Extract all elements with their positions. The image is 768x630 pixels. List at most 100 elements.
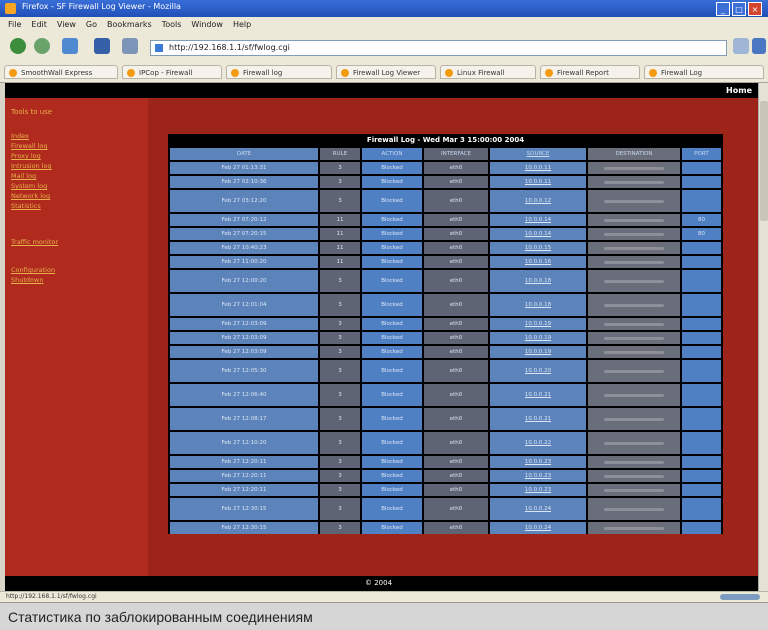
interface-cell: eth0 <box>424 318 488 330</box>
source-link[interactable]: 10.0.0.23 <box>490 470 586 482</box>
scrollbar-thumb[interactable] <box>760 101 768 221</box>
sidebar-link-proxy-log[interactable]: Proxy log <box>11 152 41 160</box>
menu-bookmarks[interactable]: Bookmarks <box>107 17 152 32</box>
menu-window[interactable]: Window <box>191 17 223 32</box>
forward-icon[interactable] <box>34 38 50 54</box>
tab-favicon-icon <box>231 69 239 77</box>
action-cell: Blocked <box>362 294 422 316</box>
vertical-scrollbar[interactable] <box>758 83 768 591</box>
interface-cell: eth0 <box>424 190 488 212</box>
table-row: Feb 27 02:10:36 3 Blocked eth0 10.0.0.11 <box>168 176 723 188</box>
column-header-destination[interactable]: DESTINATION <box>588 148 680 160</box>
tab-3[interactable]: Firewall log <box>226 65 332 79</box>
source-link[interactable]: 10.0.0.19 <box>490 332 586 344</box>
address-url: http://192.168.1.1/sf/fwlog.cgi <box>169 43 290 52</box>
rule-cell: 3 <box>320 162 360 174</box>
tab-7[interactable]: Firewall Log <box>644 65 764 79</box>
rule-cell: 3 <box>320 360 360 382</box>
menu-help[interactable]: Help <box>233 17 251 32</box>
source-link[interactable]: 10.0.0.14 <box>490 228 586 240</box>
action-cell: Blocked <box>362 228 422 240</box>
sidebar-link-firewall-log[interactable]: Firewall log <box>11 142 48 150</box>
tab-6[interactable]: Firewall Report <box>540 65 640 79</box>
sidebar-link-network-log[interactable]: Network log <box>11 192 50 200</box>
sidebar-link-system-log[interactable]: System log <box>11 182 47 190</box>
column-header-interface[interactable]: INTERFACE <box>424 148 488 160</box>
tab-label: SmoothWall Express <box>21 69 93 77</box>
back-icon[interactable] <box>10 38 26 54</box>
source-link[interactable]: 10.0.0.14 <box>490 214 586 226</box>
interface-cell: eth0 <box>424 228 488 240</box>
column-header-rule[interactable]: RULE <box>320 148 360 160</box>
tab-5[interactable]: Linux Firewall <box>440 65 536 79</box>
column-header-source[interactable]: SOURCE <box>490 148 586 160</box>
source-link[interactable]: 10.0.0.23 <box>490 484 586 496</box>
menu-file[interactable]: File <box>8 17 21 32</box>
source-link[interactable]: 10.0.0.19 <box>490 318 586 330</box>
address-bar[interactable]: http://192.168.1.1/sf/fwlog.cgi <box>150 40 727 56</box>
sidebar-link-configuration[interactable]: Configuration <box>11 266 55 274</box>
destination-cell <box>588 522 680 534</box>
column-header-port[interactable]: PORT <box>682 148 721 160</box>
table-row: Feb 27 12:20:11 3 Blocked eth0 10.0.0.23 <box>168 456 723 468</box>
source-link[interactable]: 10.0.0.24 <box>490 498 586 520</box>
tab-favicon-icon <box>341 69 349 77</box>
source-link[interactable]: 10.0.0.11 <box>490 176 586 188</box>
menu-tools[interactable]: Tools <box>162 17 182 32</box>
redacted-address <box>604 526 664 530</box>
port-cell <box>682 332 721 344</box>
table-row: Feb 27 12:20:11 3 Blocked eth0 10.0.0.23 <box>168 484 723 496</box>
source-link[interactable]: 10.0.0.23 <box>490 456 586 468</box>
source-link[interactable]: 10.0.0.21 <box>490 384 586 406</box>
home-icon[interactable] <box>122 38 138 54</box>
firefox-icon <box>5 3 16 14</box>
source-link[interactable]: 10.0.0.18 <box>490 270 586 292</box>
stop-icon[interactable] <box>94 38 110 54</box>
redacted-address <box>604 507 664 511</box>
column-header-action[interactable]: ACTION <box>362 148 422 160</box>
menu-view[interactable]: View <box>57 17 76 32</box>
action-cell: Blocked <box>362 176 422 188</box>
source-link[interactable]: 10.0.0.20 <box>490 360 586 382</box>
sidebar-link-index[interactable]: Index <box>11 132 29 140</box>
menu-go[interactable]: Go <box>86 17 97 32</box>
destination-cell <box>588 318 680 330</box>
tab-2[interactable]: IPCop - Firewall <box>122 65 222 79</box>
interface-cell: eth0 <box>424 176 488 188</box>
tab-4[interactable]: Firewall Log Viewer <box>336 65 436 79</box>
source-link[interactable]: 10.0.0.24 <box>490 522 586 534</box>
redacted-address <box>604 417 664 421</box>
source-link[interactable]: 10.0.0.15 <box>490 242 586 254</box>
menu-edit[interactable]: Edit <box>31 17 47 32</box>
interface-cell: eth0 <box>424 484 488 496</box>
sidebar-link-shutdown[interactable]: Shutdown <box>11 276 43 284</box>
source-link[interactable]: 10.0.0.18 <box>490 294 586 316</box>
go-icon[interactable] <box>733 38 749 54</box>
rule-cell: 3 <box>320 408 360 430</box>
source-link[interactable]: 10.0.0.22 <box>490 432 586 454</box>
sidebar-link-statistics[interactable]: Statistics <box>11 202 41 210</box>
tab-label: Firewall Log <box>661 69 703 77</box>
source-link[interactable]: 10.0.0.16 <box>490 256 586 268</box>
figure-caption: Статистика по заблокированным соединения… <box>0 602 768 630</box>
maximize-button[interactable]: □ <box>732 2 746 16</box>
action-cell: Blocked <box>362 162 422 174</box>
tab-1[interactable]: SmoothWall Express <box>4 65 118 79</box>
source-link[interactable]: 10.0.0.11 <box>490 162 586 174</box>
action-cell: Blocked <box>362 332 422 344</box>
date-cell: Feb 27 12:01:04 <box>170 294 318 316</box>
column-header-date[interactable]: DATE <box>170 148 318 160</box>
source-link[interactable]: 10.0.0.19 <box>490 346 586 358</box>
sidebar-link-mail-log[interactable]: Mail log <box>11 172 36 180</box>
rule-cell: 11 <box>320 256 360 268</box>
close-button[interactable]: × <box>748 2 762 16</box>
source-link[interactable]: 10.0.0.12 <box>490 190 586 212</box>
minimize-button[interactable]: _ <box>716 2 730 16</box>
sidebar-link-intrusion-log[interactable]: Intrusion log <box>11 162 52 170</box>
reload-icon[interactable] <box>62 38 78 54</box>
source-link[interactable]: 10.0.0.21 <box>490 408 586 430</box>
tab-favicon-icon <box>127 69 135 77</box>
sidebar-link-traffic-monitor[interactable]: Traffic monitor <box>11 238 58 246</box>
rule-cell: 3 <box>320 176 360 188</box>
home-link[interactable]: Home <box>726 86 752 95</box>
